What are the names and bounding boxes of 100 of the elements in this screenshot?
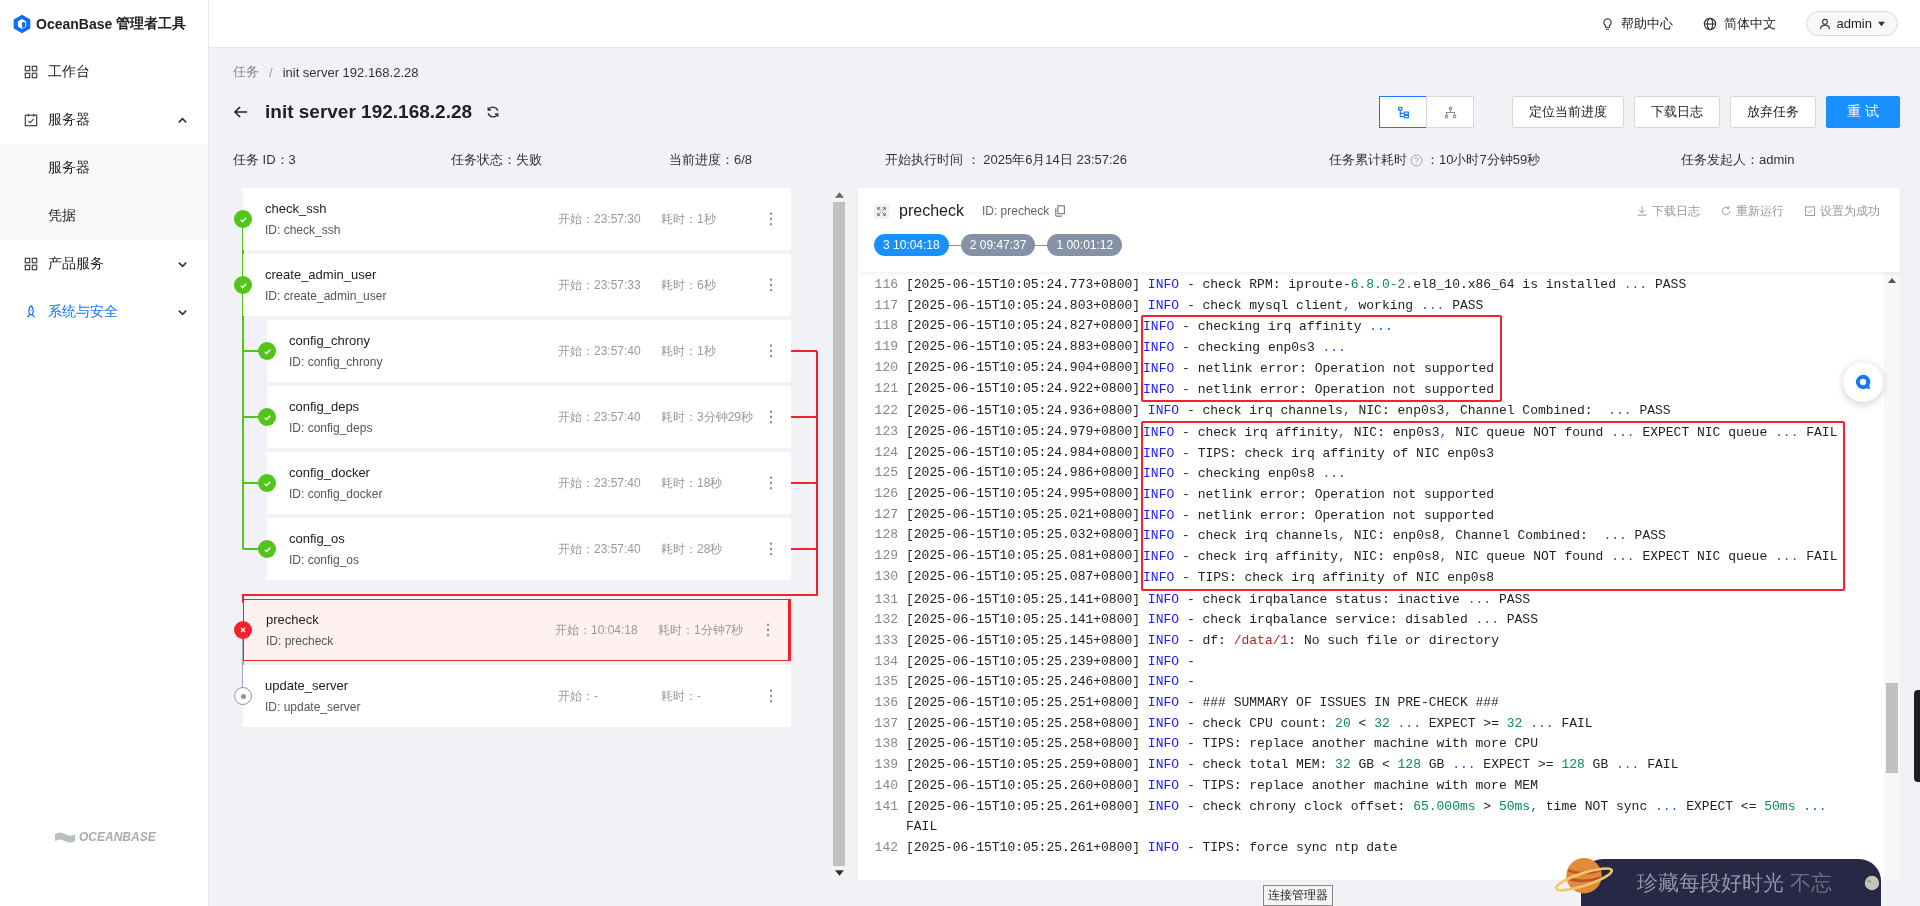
log-message: INFO - netlink error: Operation not supported <box>1143 380 1495 399</box>
side-handle[interactable] <box>1914 690 1920 782</box>
info-field: 当前进度：6/8 <box>669 151 753 169</box>
task-card[interactable]: precheck ID: precheck 开始：10:04:18 耗时：1分钟7秒 <box>243 599 791 661</box>
log-line: [2025-06-15T10:05:25.259+0800] INFO - check total MEM: 32 GB < 128 GB ... EXPECT >= 128 GB ... FAIL <box>906 756 1680 775</box>
scroll-up-icon[interactable] <box>1888 278 1896 283</box>
info-field: 开始执行时间 ： 2025年6月14日 23:57:26 <box>885 151 1128 169</box>
scrollbar[interactable] <box>1884 272 1900 880</box>
expand-icon[interactable] <box>874 203 889 219</box>
line-number: 135 <box>873 673 898 692</box>
task-name: create_admin_user <box>265 267 378 282</box>
line-number: 137 <box>873 714 898 733</box>
task-name: update_server <box>265 678 350 693</box>
action-button[interactable]: 放弃任务 <box>1730 96 1817 128</box>
line-number: 139 <box>873 756 898 775</box>
logo-icon <box>54 831 76 843</box>
line-number: 136 <box>873 694 898 713</box>
more-icon[interactable] <box>769 689 773 703</box>
language-link[interactable]: 简体中文 <box>1702 14 1776 33</box>
log-timestamp: [2025-06-15T10:05:24.827+0800] <box>906 317 1141 336</box>
refresh-icon[interactable] <box>486 105 501 119</box>
task-id: ID: precheck <box>266 634 335 648</box>
back-arrow-icon[interactable] <box>233 104 249 120</box>
task-name: config_chrony <box>289 333 371 348</box>
banner-text: 珍藏每段好时光 <box>1637 869 1784 896</box>
more-icon[interactable] <box>769 278 773 292</box>
line-number: 119 <box>873 338 898 357</box>
more-icon[interactable] <box>769 542 773 556</box>
task-card[interactable]: config_chrony ID: config_chrony 开始：23:57:40 耗时：1秒 <box>267 320 791 382</box>
tooltip: 连接管理器 <box>1263 885 1333 906</box>
task-card[interactable]: create_admin_user ID: create_admin_user 开始：23:57:33 耗时：6秒 <box>243 254 791 316</box>
caret-down-icon <box>1878 20 1885 27</box>
menu-item[interactable]: 系统与安全 <box>0 288 208 336</box>
task-id: ID: config_deps <box>289 421 374 435</box>
log-message: INFO - check irq affinity, NIC: enp0s8, NIC queue NOT found ... EXPECT NIC queue ... FAIL <box>1143 548 1838 567</box>
task-card[interactable]: check_ssh ID: check_ssh 开始：23:57:30 耗时：1秒 <box>243 188 791 250</box>
task-duration: 耗时：- <box>661 687 702 705</box>
more-icon[interactable] <box>766 623 770 637</box>
log-timestamp: [2025-06-15T10:05:24.995+0800] <box>906 485 1141 504</box>
log-line: [2025-06-15T10:05:25.141+0800] INFO - check irqbalance service: disabled ... PASS <box>906 611 1539 630</box>
help-icon[interactable] <box>1410 153 1423 167</box>
line-number: 140 <box>873 776 898 795</box>
line-number: 118 <box>873 317 898 336</box>
line-number: 131 <box>873 590 898 609</box>
task-start: 开始：23:57:40 <box>558 342 642 360</box>
log-line: [2025-06-15T10:05:24.936+0800] INFO - check irq channels, NIC: enp0s3, Channel Combined: ... PASS <box>906 402 1672 421</box>
more-icon[interactable] <box>769 212 773 226</box>
footer-logo: OCEANBASE <box>79 830 156 844</box>
menu-item[interactable]: 服务器 <box>0 96 208 144</box>
action-button[interactable]: 定位当前进度 <box>1512 96 1625 128</box>
tree-view-button[interactable] <box>1426 96 1475 128</box>
scroll-up-icon[interactable] <box>834 192 844 198</box>
task-duration: 耗时：1秒 <box>661 342 717 360</box>
moon-icon <box>1863 873 1881 892</box>
scroll-down-icon[interactable] <box>834 870 844 876</box>
task-duration: 耗时：1分钟7秒 <box>658 621 745 639</box>
log-message: INFO - check irq affinity, NIC: enp0s3, NIC queue NOT found ... EXPECT NIC queue ... FAIL <box>1143 423 1838 442</box>
task-duration: 耗时：28秒 <box>661 540 724 558</box>
line-number: 134 <box>873 652 898 671</box>
grid-icon <box>24 257 38 271</box>
task-id: ID: config_os <box>289 553 361 567</box>
tree-icon <box>1443 105 1457 119</box>
log-message: INFO - TIPS: check irq affinity of NIC enp0s8 <box>1143 568 1496 587</box>
task-card[interactable]: config_os ID: config_os 开始：23:57:40 耗时：28秒 <box>267 518 791 580</box>
task-start: 开始：23:57:40 <box>558 540 642 558</box>
scroll-thumb[interactable] <box>1886 683 1898 773</box>
task-card[interactable]: config_docker ID: config_docker 开始：23:57:40 耗时：18秒 <box>267 452 791 514</box>
task-start: 开始：23:57:40 <box>558 408 642 426</box>
help-link[interactable]: 帮助中心 <box>1600 14 1673 33</box>
list-view-button[interactable] <box>1379 96 1428 128</box>
calendar-check-icon <box>24 113 38 127</box>
task-duration: 耗时：6秒 <box>661 276 717 294</box>
log-line: [2025-06-15T10:05:25.246+0800] INFO - <box>906 673 1196 692</box>
checkbox-icon <box>1804 205 1816 217</box>
menu-item[interactable]: 工作台 <box>0 48 208 96</box>
submenu-item[interactable]: 凭据 <box>0 192 208 240</box>
task-card[interactable]: config_deps ID: config_deps 开始：23:57:40 耗时：3分钟29秒 <box>267 386 791 448</box>
more-icon[interactable] <box>769 410 773 424</box>
user-menu[interactable]: admin <box>1805 11 1898 36</box>
rocket-icon <box>24 305 38 319</box>
task-duration: 耗时：3分钟29秒 <box>661 408 755 426</box>
more-icon[interactable] <box>769 476 773 490</box>
action-button[interactable]: 下载日志 <box>1634 96 1721 128</box>
task-duration: 耗时：1秒 <box>661 210 717 228</box>
submenu-item[interactable]: 服务器 <box>0 144 208 192</box>
task-card[interactable]: update_server ID: update_server 开始：- 耗时：- <box>243 665 791 727</box>
log-line: [2025-06-15T10:05:24.803+0800] INFO - check mysql client, working ... PASS <box>906 296 1485 315</box>
log-message: INFO - checking irq affinity ... <box>1143 318 1394 337</box>
chat-bubble-icon <box>1854 373 1872 391</box>
copy-icon[interactable] <box>1055 205 1066 217</box>
log-message: INFO - netlink error: Operation not supported <box>1143 486 1496 505</box>
task-id: ID: config_docker <box>289 487 384 501</box>
menu-item[interactable]: 产品服务 <box>0 240 208 288</box>
task-id: ID: update_server <box>265 700 362 714</box>
line-number: 142 <box>873 839 898 857</box>
lightbulb-icon <box>1600 16 1614 31</box>
user-icon <box>1818 17 1831 30</box>
line-number: 128 <box>873 526 898 545</box>
scroll-thumb[interactable] <box>833 202 845 866</box>
more-icon[interactable] <box>769 344 773 358</box>
